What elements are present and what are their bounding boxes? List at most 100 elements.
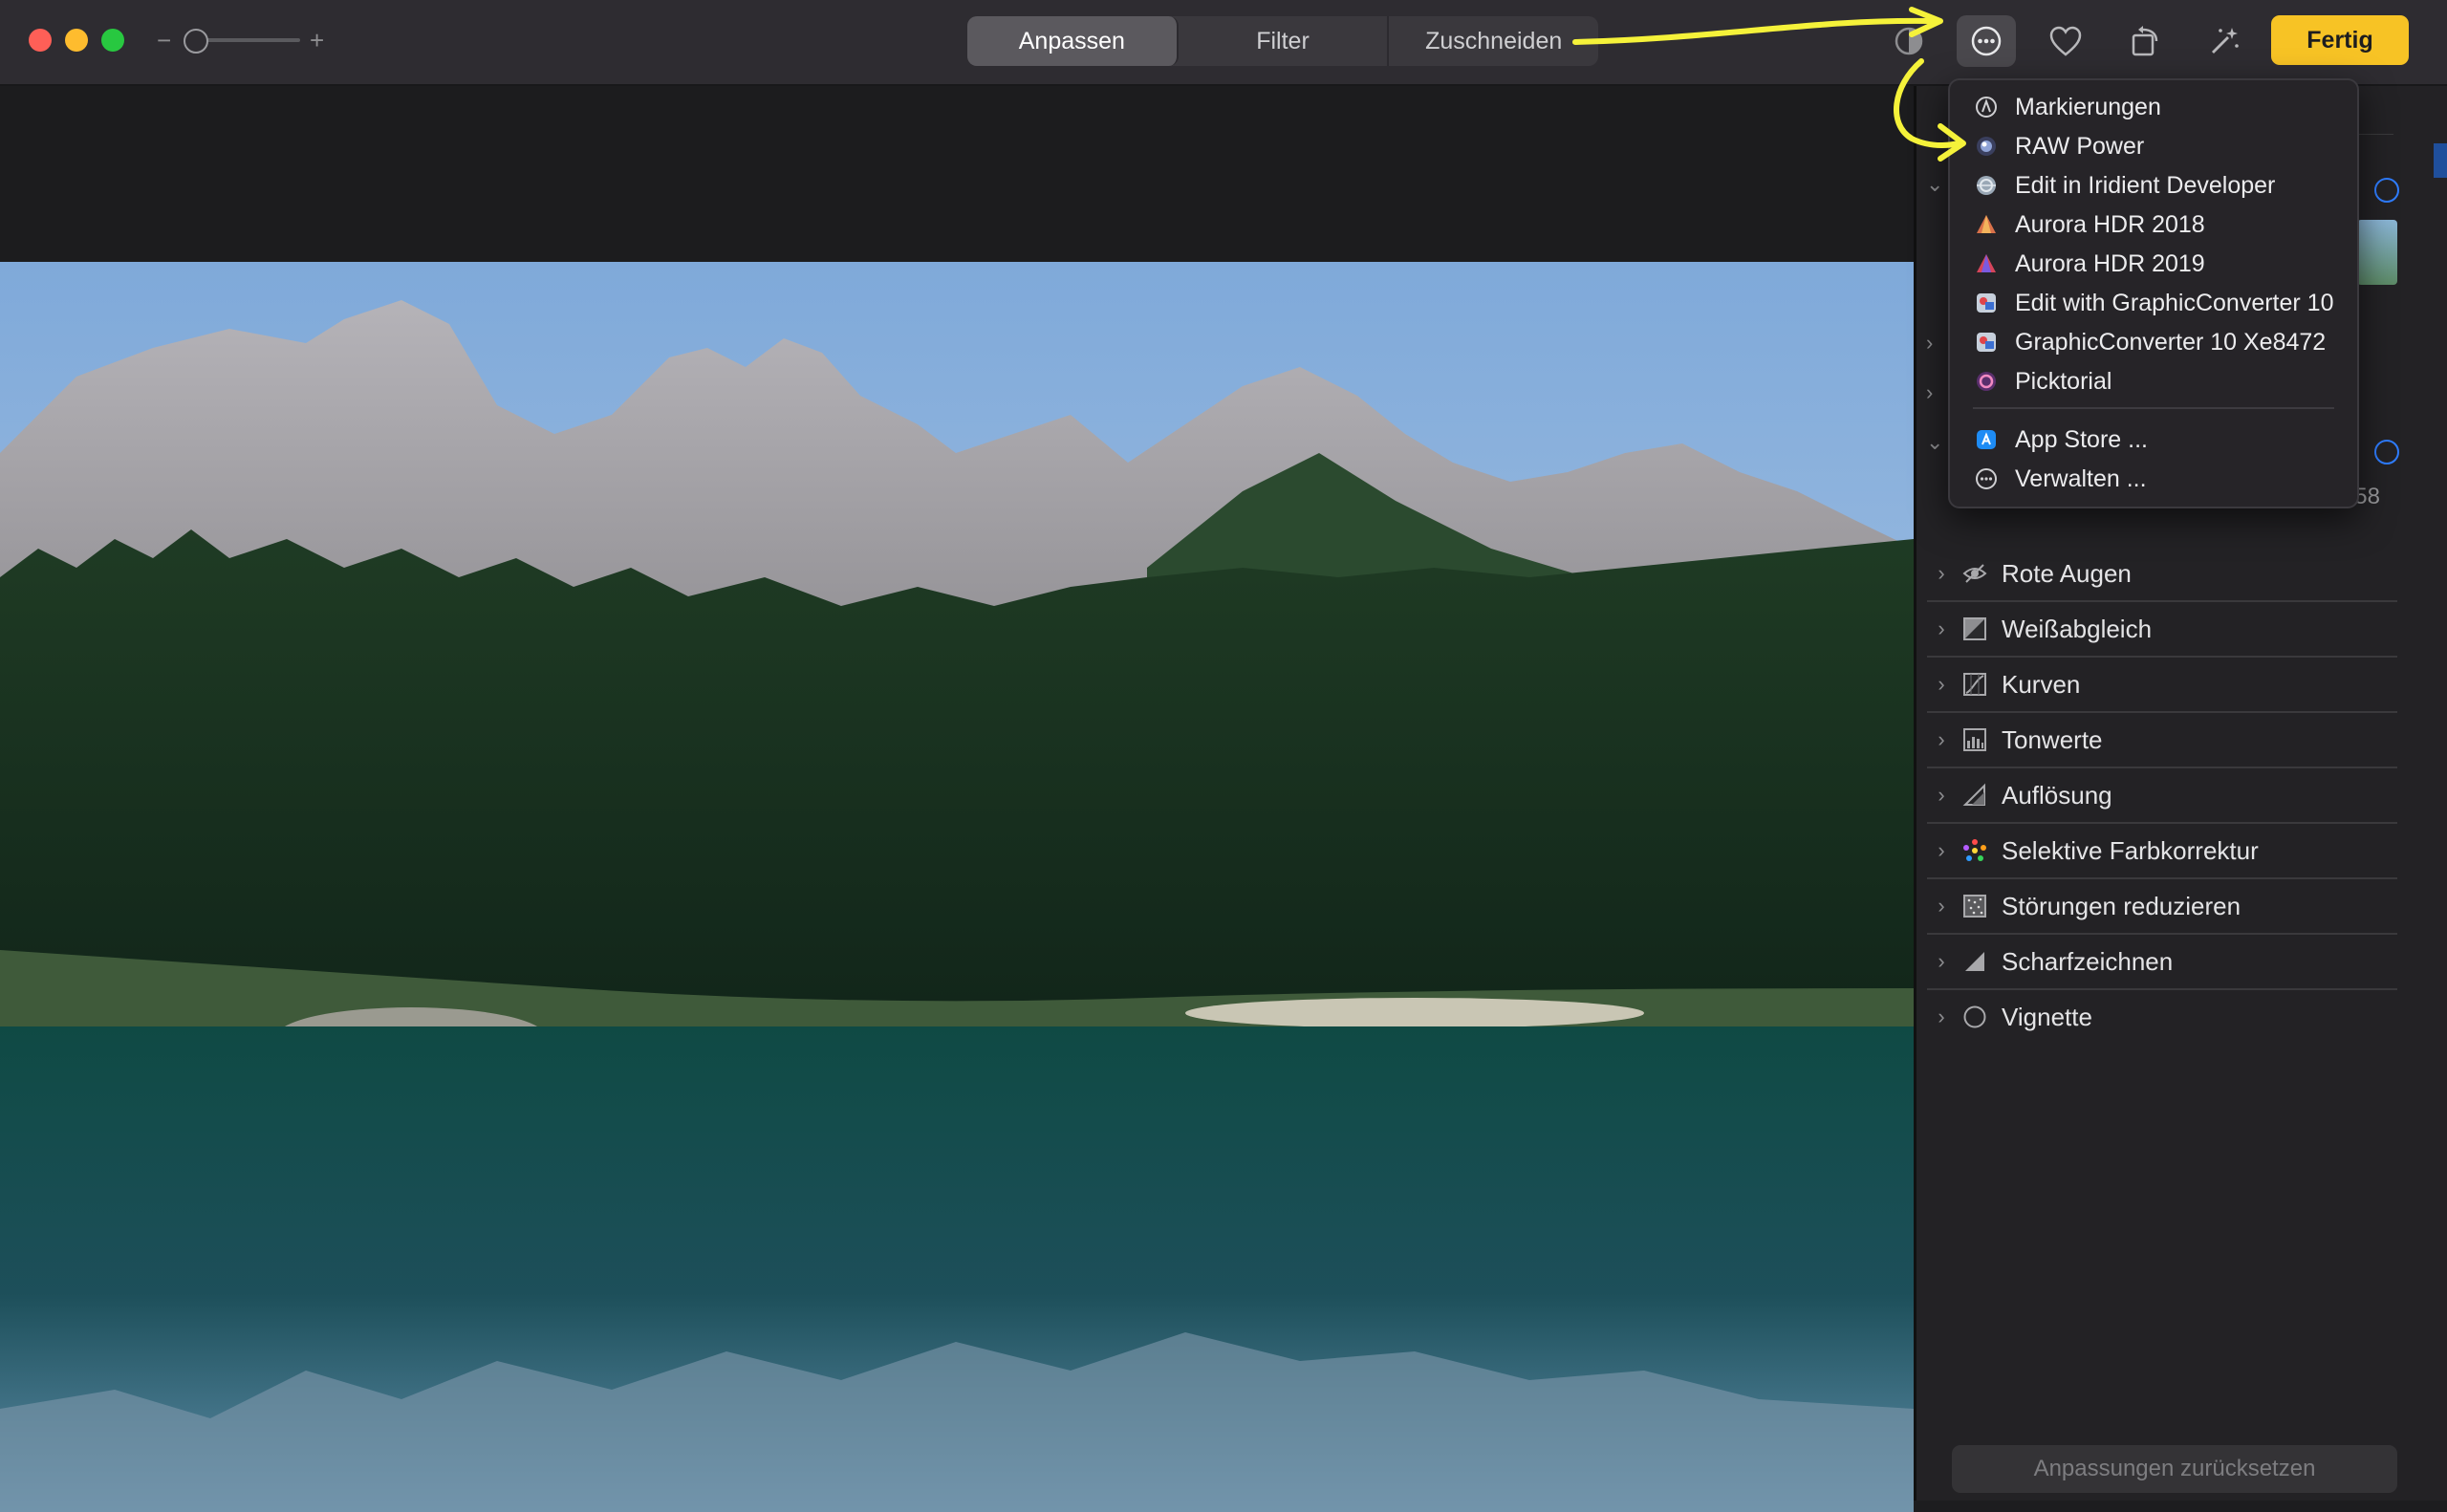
chevron-right-icon[interactable]: › — [1927, 1004, 1956, 1029]
reset-adjustments-button[interactable]: Anpassungen zurücksetzen — [1952, 1445, 2397, 1493]
favorite-heart-icon — [2049, 26, 2082, 56]
adjustment-label: Kurven — [2002, 669, 2081, 699]
levels-icon — [1961, 726, 1988, 753]
iridient-developer-icon — [1973, 172, 2000, 199]
menu-item-label: Picktorial — [2015, 367, 2112, 395]
auto-toggle-circle[interactable] — [2374, 440, 2399, 464]
sidebar-scroll-indicator — [2434, 143, 2447, 178]
extensions-icon — [1971, 26, 2002, 56]
menu-item-app-store[interactable]: App Store ... — [1973, 421, 2148, 459]
aurora-hdr-2019-icon — [1973, 250, 2000, 277]
adjustment-vignette[interactable]: › Vignette — [1927, 990, 2397, 1044]
menu-item-label: RAW Power — [2015, 132, 2145, 160]
chevron-right-icon[interactable]: › — [1927, 616, 1956, 641]
menu-item-label: Aurora HDR 2018 — [2015, 210, 2205, 238]
compare-button[interactable] — [1879, 15, 1938, 67]
photo-canvas — [0, 86, 1914, 1512]
close-window-button[interactable] — [29, 29, 52, 52]
graphicconverter-icon — [1973, 290, 2000, 316]
adjustment-rote-augen[interactable]: › Rote Augen — [1927, 547, 2397, 602]
aurora-hdr-2018-icon — [1973, 211, 2000, 238]
compare-icon — [1895, 27, 1923, 55]
adjustment-scharfzeichnen[interactable]: › Scharfzeichnen — [1927, 935, 2397, 990]
magic-wand-icon — [2212, 28, 2239, 54]
chevron-right-icon[interactable]: › — [1927, 672, 1956, 697]
menu-item-label: Edit in Iridient Developer — [2015, 171, 2276, 199]
tab-filter[interactable]: Filter — [1179, 16, 1390, 66]
picktorial-icon — [1973, 368, 2000, 395]
adjustment-label: Selektive Farbkorrektur — [2002, 835, 2259, 865]
rotate-icon — [2132, 26, 2158, 56]
menu-item-verwalten[interactable]: Verwalten ... — [1973, 460, 2147, 498]
done-button[interactable]: Fertig — [2271, 15, 2409, 65]
raw-power-icon — [1973, 133, 2000, 160]
auto-enhance-button[interactable] — [2195, 15, 2254, 67]
menu-separator — [1973, 407, 2334, 409]
chevron-right-icon[interactable]: › — [1927, 561, 1956, 586]
noise-reduction-icon — [1961, 893, 1988, 919]
chevron-right-icon[interactable]: › — [1927, 783, 1956, 808]
rotate-button[interactable] — [2116, 15, 2176, 67]
edit-mode-tabs: Anpassen Filter Zuschneiden — [967, 16, 1598, 66]
menu-item-picktorial[interactable]: Picktorial — [1973, 362, 2111, 400]
adjustment-stoerungen-reduzieren[interactable]: › Störungen reduzieren — [1927, 879, 2397, 935]
adjustment-label: Scharfzeichnen — [2002, 946, 2174, 976]
tab-zuschneiden[interactable]: Zuschneiden — [1389, 16, 1598, 66]
extensions-button[interactable] — [1957, 15, 2016, 67]
menu-item-aurora-hdr-2019[interactable]: Aurora HDR 2019 — [1973, 245, 2205, 283]
menu-item-label: Markierungen — [2015, 93, 2161, 120]
more-icon — [1973, 465, 2000, 492]
minimize-window-button[interactable] — [65, 29, 88, 52]
zoom-slider-knob[interactable] — [184, 29, 208, 54]
adjustment-label: Störungen reduzieren — [2002, 891, 2241, 920]
app-store-icon — [1973, 426, 2000, 453]
chevron-down-icon[interactable]: ⌄ — [1926, 430, 1943, 455]
adjustment-kurven[interactable]: › Kurven — [1927, 658, 2397, 713]
red-eye-icon — [1961, 560, 1988, 587]
adjustment-tonwerte[interactable]: › Tonwerte — [1927, 713, 2397, 768]
toolbar: − + Anpassen Filter Zuschneiden Fertig — [0, 0, 2447, 86]
adjustment-aufloesung[interactable]: › Auflösung — [1927, 768, 2397, 824]
menu-item-label: Verwalten ... — [2015, 464, 2147, 492]
curves-icon — [1961, 671, 1988, 698]
menu-item-iridient-developer[interactable]: Edit in Iridient Developer — [1973, 166, 2275, 205]
chevron-right-icon[interactable]: › — [1926, 331, 1933, 356]
chevron-right-icon[interactable]: › — [1927, 727, 1956, 752]
zoom-in-icon[interactable]: + — [310, 21, 324, 59]
adjustment-label: Vignette — [2002, 1002, 2092, 1031]
menu-item-edit-graphicconverter[interactable]: Edit with GraphicConverter 10 — [1973, 284, 2333, 322]
auto-toggle-circle[interactable] — [2374, 178, 2399, 203]
menu-item-label: GraphicConverter 10 Xe8472 — [2015, 328, 2327, 356]
favorite-button[interactable] — [2036, 15, 2095, 67]
selective-color-icon — [1961, 837, 1988, 864]
chevron-right-icon[interactable]: › — [1927, 894, 1956, 918]
photo-image[interactable] — [0, 262, 1914, 1512]
fullscreen-window-button[interactable] — [101, 29, 124, 52]
menu-item-label: Aurora HDR 2019 — [2015, 249, 2205, 277]
chevron-right-icon[interactable]: › — [1927, 838, 1956, 863]
menu-item-label: App Store ... — [2015, 425, 2148, 453]
menu-item-aurora-hdr-2018[interactable]: Aurora HDR 2018 — [1973, 205, 2205, 244]
chevron-right-icon[interactable]: › — [1926, 380, 1933, 405]
extensions-menu: Markierungen RAW Power Edit in Iridient … — [1948, 78, 2359, 508]
menu-item-label: Edit with GraphicConverter 10 — [2015, 289, 2334, 316]
mountain-lake-photo — [0, 262, 1914, 1512]
markup-icon — [1973, 94, 2000, 120]
tab-anpassen[interactable]: Anpassen — [967, 16, 1179, 66]
chevron-right-icon[interactable]: › — [1927, 949, 1956, 974]
adjustment-label: Tonwerte — [2002, 724, 2103, 754]
white-balance-icon — [1961, 616, 1988, 642]
chevron-down-icon[interactable]: ⌄ — [1926, 172, 1943, 197]
thumbnail-preview — [2357, 220, 2397, 285]
adjustment-label: Weißabgleich — [2002, 614, 2153, 643]
zoom-out-icon[interactable]: − — [157, 21, 171, 59]
menu-item-markierungen[interactable]: Markierungen — [1973, 88, 2161, 126]
sharpen-icon — [1961, 948, 1988, 975]
adjustment-weissabgleich[interactable]: › Weißabgleich — [1927, 602, 2397, 658]
menu-item-raw-power[interactable]: RAW Power — [1973, 127, 2144, 165]
menu-item-graphicconverter-xe8472[interactable]: GraphicConverter 10 Xe8472 — [1973, 323, 2326, 361]
vignette-icon — [1961, 1004, 1988, 1030]
adjustment-label: Rote Augen — [2002, 558, 2132, 588]
adjustment-selektive-farbkorrektur[interactable]: › Selektive Farbkorrektur — [1927, 824, 2397, 879]
definition-icon — [1961, 782, 1988, 809]
